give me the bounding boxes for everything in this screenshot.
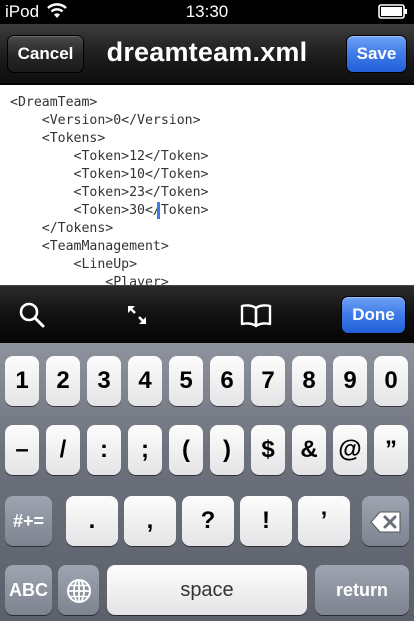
key-5[interactable]: 5 bbox=[169, 356, 203, 406]
code-line: <Token>23</Token> bbox=[10, 185, 209, 200]
code-line: <Token>30</Token> bbox=[10, 203, 209, 218]
abc-key[interactable]: ABC bbox=[5, 565, 52, 615]
expand-icon[interactable] bbox=[123, 301, 151, 329]
text-cursor bbox=[157, 202, 160, 219]
key-6[interactable]: 6 bbox=[210, 356, 244, 406]
status-bar: iPod 13:30 bbox=[0, 0, 414, 24]
symbols-key[interactable]: #+= bbox=[5, 496, 52, 546]
return-key[interactable]: return bbox=[315, 565, 409, 615]
key-0[interactable]: 0 bbox=[374, 356, 408, 406]
key-comma[interactable]: , bbox=[124, 496, 176, 546]
xml-editor[interactable]: <DreamTeam> <Version>0</Version> <Tokens… bbox=[0, 85, 414, 285]
status-time: 13:30 bbox=[185, 2, 229, 21]
key-slash[interactable]: / bbox=[46, 425, 80, 475]
code-line: <Token>12</Token> bbox=[10, 149, 209, 164]
delete-icon bbox=[369, 511, 400, 533]
code-line: <Version>0</Version> bbox=[10, 113, 201, 128]
key-1[interactable]: 1 bbox=[5, 356, 39, 406]
globe-icon bbox=[66, 578, 91, 603]
search-icon[interactable] bbox=[18, 301, 46, 329]
key-at[interactable]: @ bbox=[333, 425, 367, 475]
book-icon[interactable] bbox=[240, 301, 272, 329]
key-colon[interactable]: : bbox=[87, 425, 121, 475]
key-quote[interactable]: ” bbox=[374, 425, 408, 475]
key-open-paren[interactable]: ( bbox=[169, 425, 203, 475]
code-line: <LineUp> bbox=[10, 257, 138, 272]
key-3[interactable]: 3 bbox=[87, 356, 121, 406]
editor-toolbar: Done bbox=[0, 285, 414, 343]
key-8[interactable]: 8 bbox=[292, 356, 326, 406]
code-line: <Token>10</Token> bbox=[10, 167, 209, 182]
code-line: <DreamTeam> bbox=[10, 95, 98, 110]
key-ampersand[interactable]: & bbox=[292, 425, 326, 475]
code-line: <Tokens> bbox=[10, 131, 106, 146]
key-2[interactable]: 2 bbox=[46, 356, 80, 406]
key-7[interactable]: 7 bbox=[251, 356, 285, 406]
code-line: </Tokens> bbox=[10, 221, 114, 236]
key-dash[interactable]: – bbox=[5, 425, 39, 475]
nav-bar: Cancel dreamteam.xml Save bbox=[0, 24, 414, 84]
key-4[interactable]: 4 bbox=[128, 356, 162, 406]
delete-key[interactable] bbox=[362, 496, 409, 546]
code-line: <TeamManagement> bbox=[10, 239, 169, 254]
save-button[interactable]: Save bbox=[346, 35, 407, 73]
key-exclamation[interactable]: ! bbox=[240, 496, 292, 546]
key-dollar[interactable]: $ bbox=[251, 425, 285, 475]
globe-key[interactable] bbox=[58, 565, 99, 615]
done-button[interactable]: Done bbox=[341, 296, 406, 334]
battery-icon bbox=[378, 4, 407, 19]
key-semicolon[interactable]: ; bbox=[128, 425, 162, 475]
key-close-paren[interactable]: ) bbox=[210, 425, 244, 475]
code-line: <Player> bbox=[10, 275, 169, 285]
key-apostrophe[interactable]: ’ bbox=[298, 496, 350, 546]
key-9[interactable]: 9 bbox=[333, 356, 367, 406]
key-period[interactable]: . bbox=[66, 496, 118, 546]
key-question[interactable]: ? bbox=[182, 496, 234, 546]
numeric-keyboard: 1 2 3 4 5 6 7 8 9 0 – / : ; ( ) $ & @ ” … bbox=[0, 343, 414, 621]
space-key[interactable]: space bbox=[107, 565, 307, 615]
